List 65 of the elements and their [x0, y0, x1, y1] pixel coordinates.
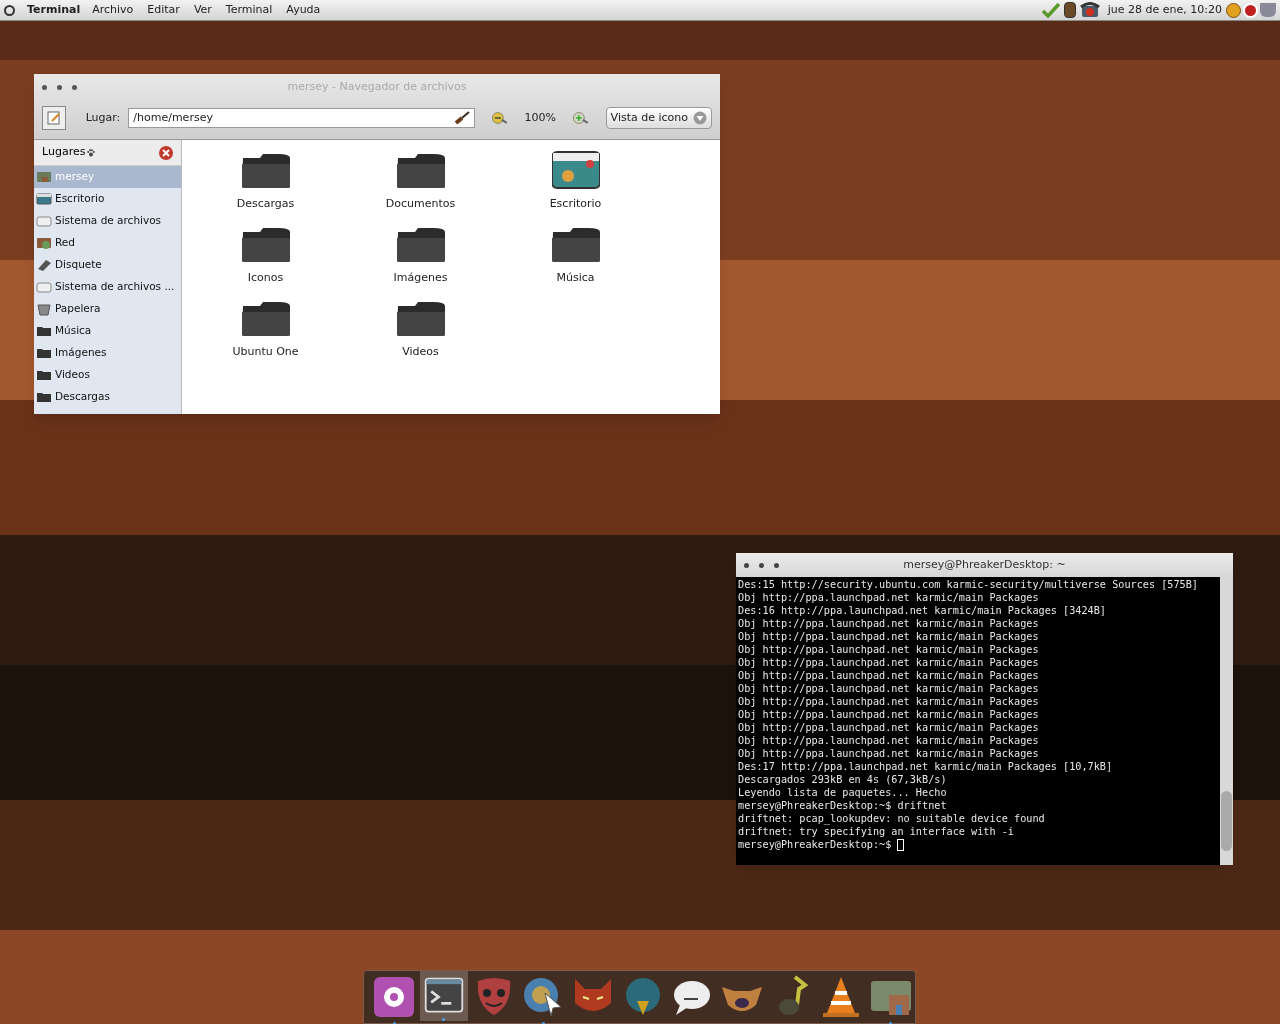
- file-label[interactable]: Música: [556, 270, 595, 287]
- sidebar-item[interactable]: Música: [34, 320, 181, 342]
- app-menu-icon[interactable]: [4, 4, 15, 16]
- notepad-icon: [46, 111, 61, 125]
- running-indicator: [442, 1018, 446, 1021]
- terminal-output: Des:15 http://security.ubuntu.com karmic-security/multiverse Sources [575B] Obj http://ppa.launchpad.net karmic/main Packages Des:16 http://ppa.launchpad.net karmic/main Packages [3424B] Obj http://ppa.launchpad.net karmic/main Packages Obj http://ppa.launchpad.net karmic/main Packages Obj http://ppa.launchpad.net karmic/main Packages Obj http://ppa.launchpad.net karmic/main Packages Obj http://ppa.launchpad.net karmic/main Packages Obj http://ppa.launchpad.net karmic/main Packages Obj http://ppa.launchpad.net karmic/main Packages Obj http://ppa.launchpad.net karmic/main Packages Obj http://ppa.launchpad.net karmic/main Packages Obj http://ppa.launchpad.net karmic/main Packages Obj http://ppa.launchpad.net karmic/main Packages Des:17 http://ppa.launchpad.net karmic/main Packages [10,7kB] Descargados 293kB en 4s (67,3kB/s) Leyendo lista de paquetes... Hecho mersey@PhreakerDesktop:~$ driftnet driftnet: pcap_lookupdev: no suitable device found driftnet: try specifying an interface with -i mersey@PhreakerDesktop:~$: [737, 578, 1199, 853]
- file-label[interactable]: Imágenes: [393, 270, 448, 287]
- location-field[interactable]: /home/mersey: [128, 108, 475, 128]
- desktop-icon[interactable]: [551, 150, 600, 190]
- window-title: mersey@PhreakerDesktop: ~: [902, 556, 1067, 573]
- view-dropdown[interactable]: Vista de icono: [605, 107, 712, 129]
- close-icon[interactable]: [159, 145, 173, 160]
- phone-icon[interactable]: [1079, 2, 1100, 18]
- desktop-icon: [36, 191, 52, 207]
- trash-icon: [36, 301, 52, 317]
- clock[interactable]: jue 28 de ene, 10:20: [1107, 1, 1222, 19]
- edit-location-button[interactable]: [42, 106, 66, 130]
- zoom-level: 100%: [524, 109, 556, 126]
- zoom-out-icon[interactable]: [490, 111, 509, 125]
- menu-item[interactable]: Archivo: [92, 1, 134, 19]
- file-label[interactable]: Descargas: [236, 196, 295, 213]
- scrollbar[interactable]: [1220, 577, 1233, 865]
- checkmark-icon[interactable]: [1041, 2, 1060, 18]
- brush-icon: [453, 111, 470, 125]
- sidebar-item[interactable]: Red: [34, 232, 181, 254]
- window-control[interactable]: [759, 562, 764, 568]
- window-control[interactable]: [72, 84, 77, 90]
- running-indicator: [392, 1022, 396, 1024]
- window-control[interactable]: [744, 562, 749, 568]
- paw-icon: [87, 148, 96, 157]
- app-name: Terminal: [27, 1, 81, 18]
- text-cursor: [897, 838, 905, 851]
- sidebar-heading[interactable]: Lugares: [42, 144, 86, 161]
- file-label[interactable]: Ubuntu One: [232, 344, 299, 361]
- sidebar-item[interactable]: Videos: [34, 364, 181, 386]
- location-label: Lugar:: [85, 109, 121, 126]
- sidebar-item[interactable]: Imágenes: [34, 342, 181, 364]
- sidebar-item[interactable]: Sistema de archivos: [34, 210, 181, 232]
- menu-item[interactable]: Ver: [193, 1, 212, 19]
- sidebar-item[interactable]: Disquete: [34, 254, 181, 276]
- floppy-icon: [36, 257, 52, 273]
- file-label[interactable]: Documentos: [385, 196, 456, 213]
- running-indicator: [889, 1022, 893, 1024]
- drive-icon: [36, 279, 52, 295]
- window-control[interactable]: [774, 562, 779, 568]
- drive-icon: [36, 213, 52, 229]
- sidebar-item[interactable]: Descargas: [34, 386, 181, 408]
- window-control[interactable]: [42, 84, 47, 90]
- file-label[interactable]: Escritorio: [549, 196, 602, 213]
- menu-item[interactable]: Editar: [147, 1, 180, 19]
- gear-icon: [372, 975, 417, 1019]
- sidebar-item[interactable]: Escritorio: [34, 188, 181, 210]
- window-control[interactable]: [57, 84, 62, 90]
- menu-item[interactable]: Ayuda: [286, 1, 321, 19]
- sidebar-item[interactable]: Papelera: [34, 298, 181, 320]
- zoom-in-icon[interactable]: [571, 111, 590, 125]
- home-folder-icon: [36, 169, 52, 185]
- running-indicator: [541, 1022, 545, 1024]
- dock-item[interactable]: [419, 971, 469, 1021]
- menu-item[interactable]: Terminal: [225, 1, 273, 19]
- file-label[interactable]: Iconos: [247, 270, 284, 287]
- file-label[interactable]: Videos: [402, 344, 439, 361]
- sidebar-item[interactable]: Sistema de archivos ...: [34, 276, 181, 298]
- network-folder-icon: [36, 235, 52, 251]
- window-title: mersey - Navegador de archivos: [286, 78, 468, 95]
